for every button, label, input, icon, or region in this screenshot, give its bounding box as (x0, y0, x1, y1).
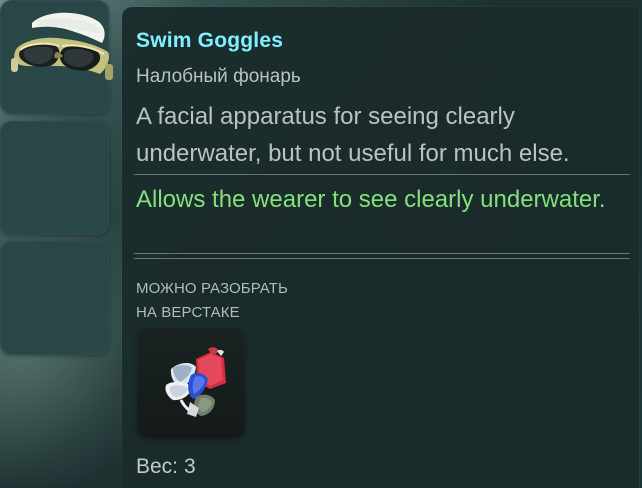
empty-inventory-slot[interactable] (0, 121, 109, 235)
item-description: A facial apparatus for seeing clearly un… (136, 103, 570, 167)
item-effect: Allows the wearer to see clearly underwa… (136, 186, 606, 213)
weight-label: Вес: (136, 455, 179, 478)
item-title: Swim Goggles (136, 29, 284, 52)
salvage-materials-icon (165, 347, 226, 417)
item-weight: Вес: 3 (136, 454, 196, 480)
section-divider (134, 258, 630, 259)
section-divider (134, 174, 630, 175)
salvage-label-line-1: МОЖНО РАЗОБРАТЬ (136, 280, 288, 297)
salvage-label-line-2: НА ВЕРСТАКЕ (136, 304, 240, 321)
equipped-goggles-slot[interactable] (0, 0, 113, 114)
weight-value: 3 (184, 455, 196, 478)
swim-goggles-icon (11, 12, 113, 80)
item-tooltip-panel: Swim Goggles Налобный фонарь A facial ap… (122, 7, 639, 488)
empty-inventory-slot[interactable] (0, 241, 109, 355)
section-divider (134, 253, 630, 254)
item-subtitle: Налобный фонарь (136, 66, 301, 87)
inventory-slots (0, 0, 122, 488)
salvage-materials-tile (136, 327, 246, 439)
